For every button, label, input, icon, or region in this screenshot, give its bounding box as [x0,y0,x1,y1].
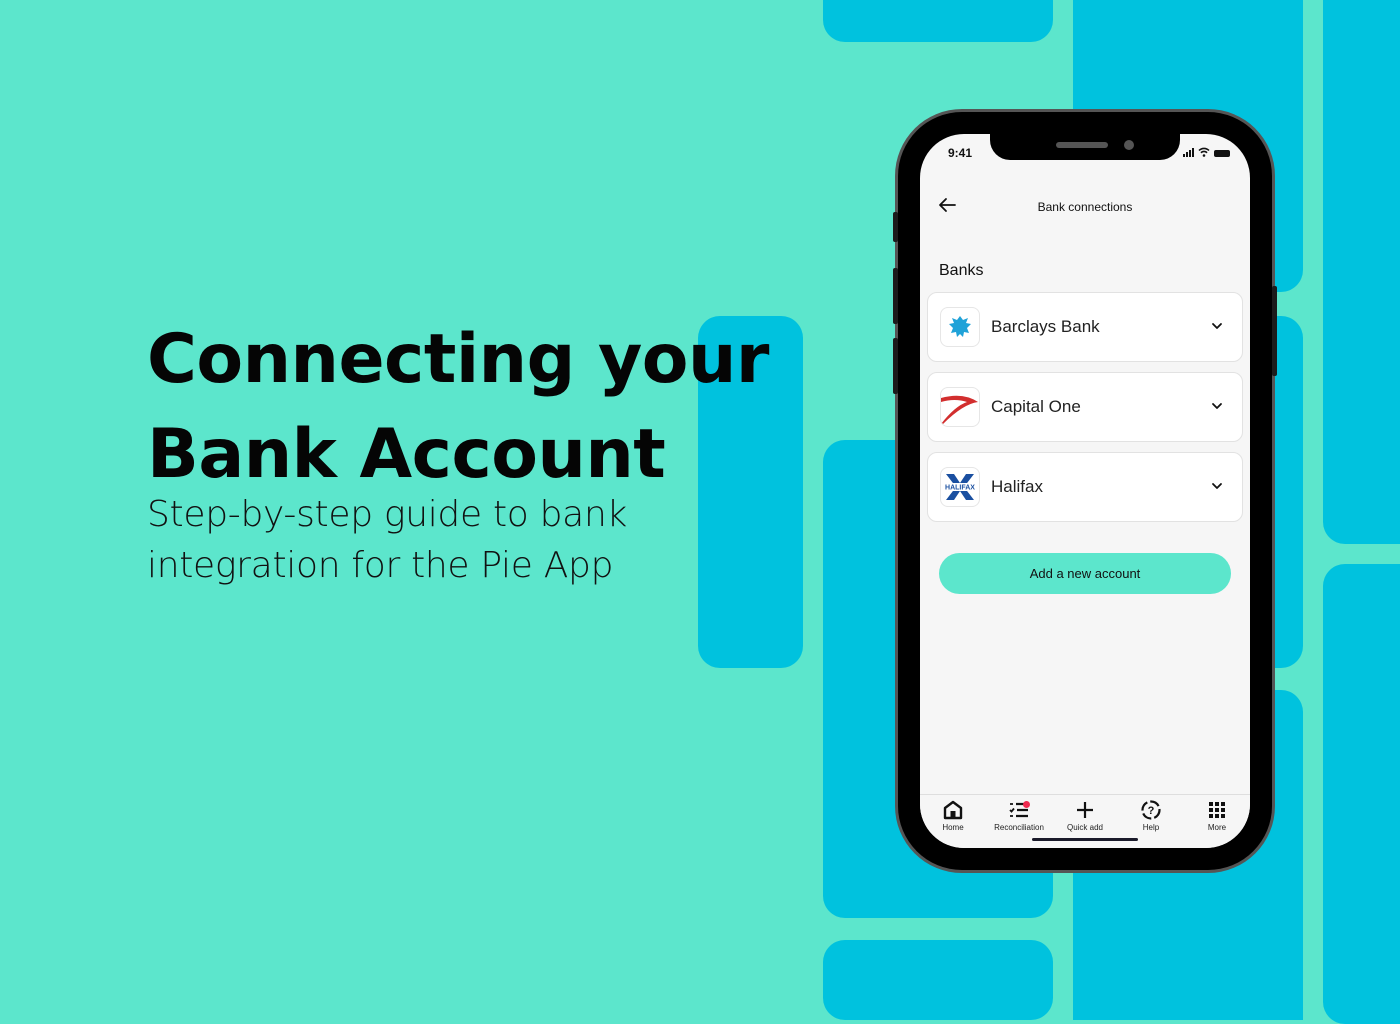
bank-name: Capital One [991,397,1081,416]
chevron-down-icon[interactable] [1210,319,1224,333]
bg-block [1323,0,1400,544]
bank-item-barclays[interactable]: Barclays Bank [927,292,1243,362]
plus-icon [1077,802,1093,818]
wifi-icon [1198,147,1210,157]
battery-icon [1214,150,1230,157]
home-icon [943,800,963,820]
tab-label: Quick add [1066,823,1104,832]
volume-up-button [893,268,898,324]
tab-help[interactable]: ? Help [1118,799,1184,832]
chevron-down-icon[interactable] [1210,479,1224,493]
volume-down-button [893,338,898,394]
bg-block [823,940,1053,1020]
hero-title: Connecting your Bank Account [147,312,769,502]
bank-item-halifax[interactable]: HALIFAX Halifax [927,452,1243,522]
chevron-down-icon[interactable] [1210,399,1224,413]
power-button [1272,286,1277,376]
tab-quick-add[interactable]: Quick add [1052,799,1118,832]
page-title: Bank connections [1037,200,1133,214]
bottom-tab-bar: Home Reconciliation Quick add ? Help Mor… [920,794,1250,848]
help-icon: ? [1141,800,1161,820]
notch [990,134,1180,160]
notification-badge [1023,801,1030,808]
halifax-logo-text: HALIFAX [945,485,975,492]
top-nav-bar: Bank connections [920,186,1250,226]
tab-label: More [1207,823,1227,832]
capital-one-swoosh-logo [940,387,980,427]
bank-name: Halifax [991,477,1043,496]
bank-name: Barclays Bank [991,317,1100,336]
front-camera [1124,140,1134,150]
mute-switch [893,212,898,242]
barclays-eagle-logo [940,307,980,347]
signal-icon [1183,148,1194,157]
bank-item-capital-one[interactable]: Capital One [927,372,1243,442]
hero-subtitle: Step-by-step guide to bank integration f… [147,489,627,591]
bg-block [1323,564,1400,1024]
tab-label: Reconciliation [994,823,1044,832]
tab-home[interactable]: Home [920,799,986,832]
bg-block [823,0,1053,42]
tab-more[interactable]: More [1184,799,1250,832]
home-indicator[interactable] [1032,838,1138,841]
phone-mockup: 9:41 Bank connections Banks Barclays Ban… [893,112,1277,870]
hero-title-line-1: Connecting your [147,320,769,399]
halifax-x-logo: HALIFAX [940,467,980,507]
hero-subtitle-line-1: Step-by-step guide to bank [147,494,628,535]
status-icons [1183,147,1230,157]
tab-reconciliation[interactable]: Reconciliation [986,799,1052,832]
hero-subtitle-line-2: integration for the Pie App [147,545,614,586]
grid-icon [1209,802,1225,818]
add-new-account-button[interactable]: Add a new account [939,553,1231,594]
tab-label: Home [942,823,964,832]
hero-title-line-2: Bank Account [147,415,666,494]
svg-text:?: ? [1148,805,1155,817]
speaker [1056,142,1108,148]
tab-label: Help [1142,823,1160,832]
phone-screen: 9:41 Bank connections Banks Barclays Ban… [920,134,1250,848]
section-label-banks: Banks [939,262,984,279]
status-time: 9:41 [948,146,973,160]
